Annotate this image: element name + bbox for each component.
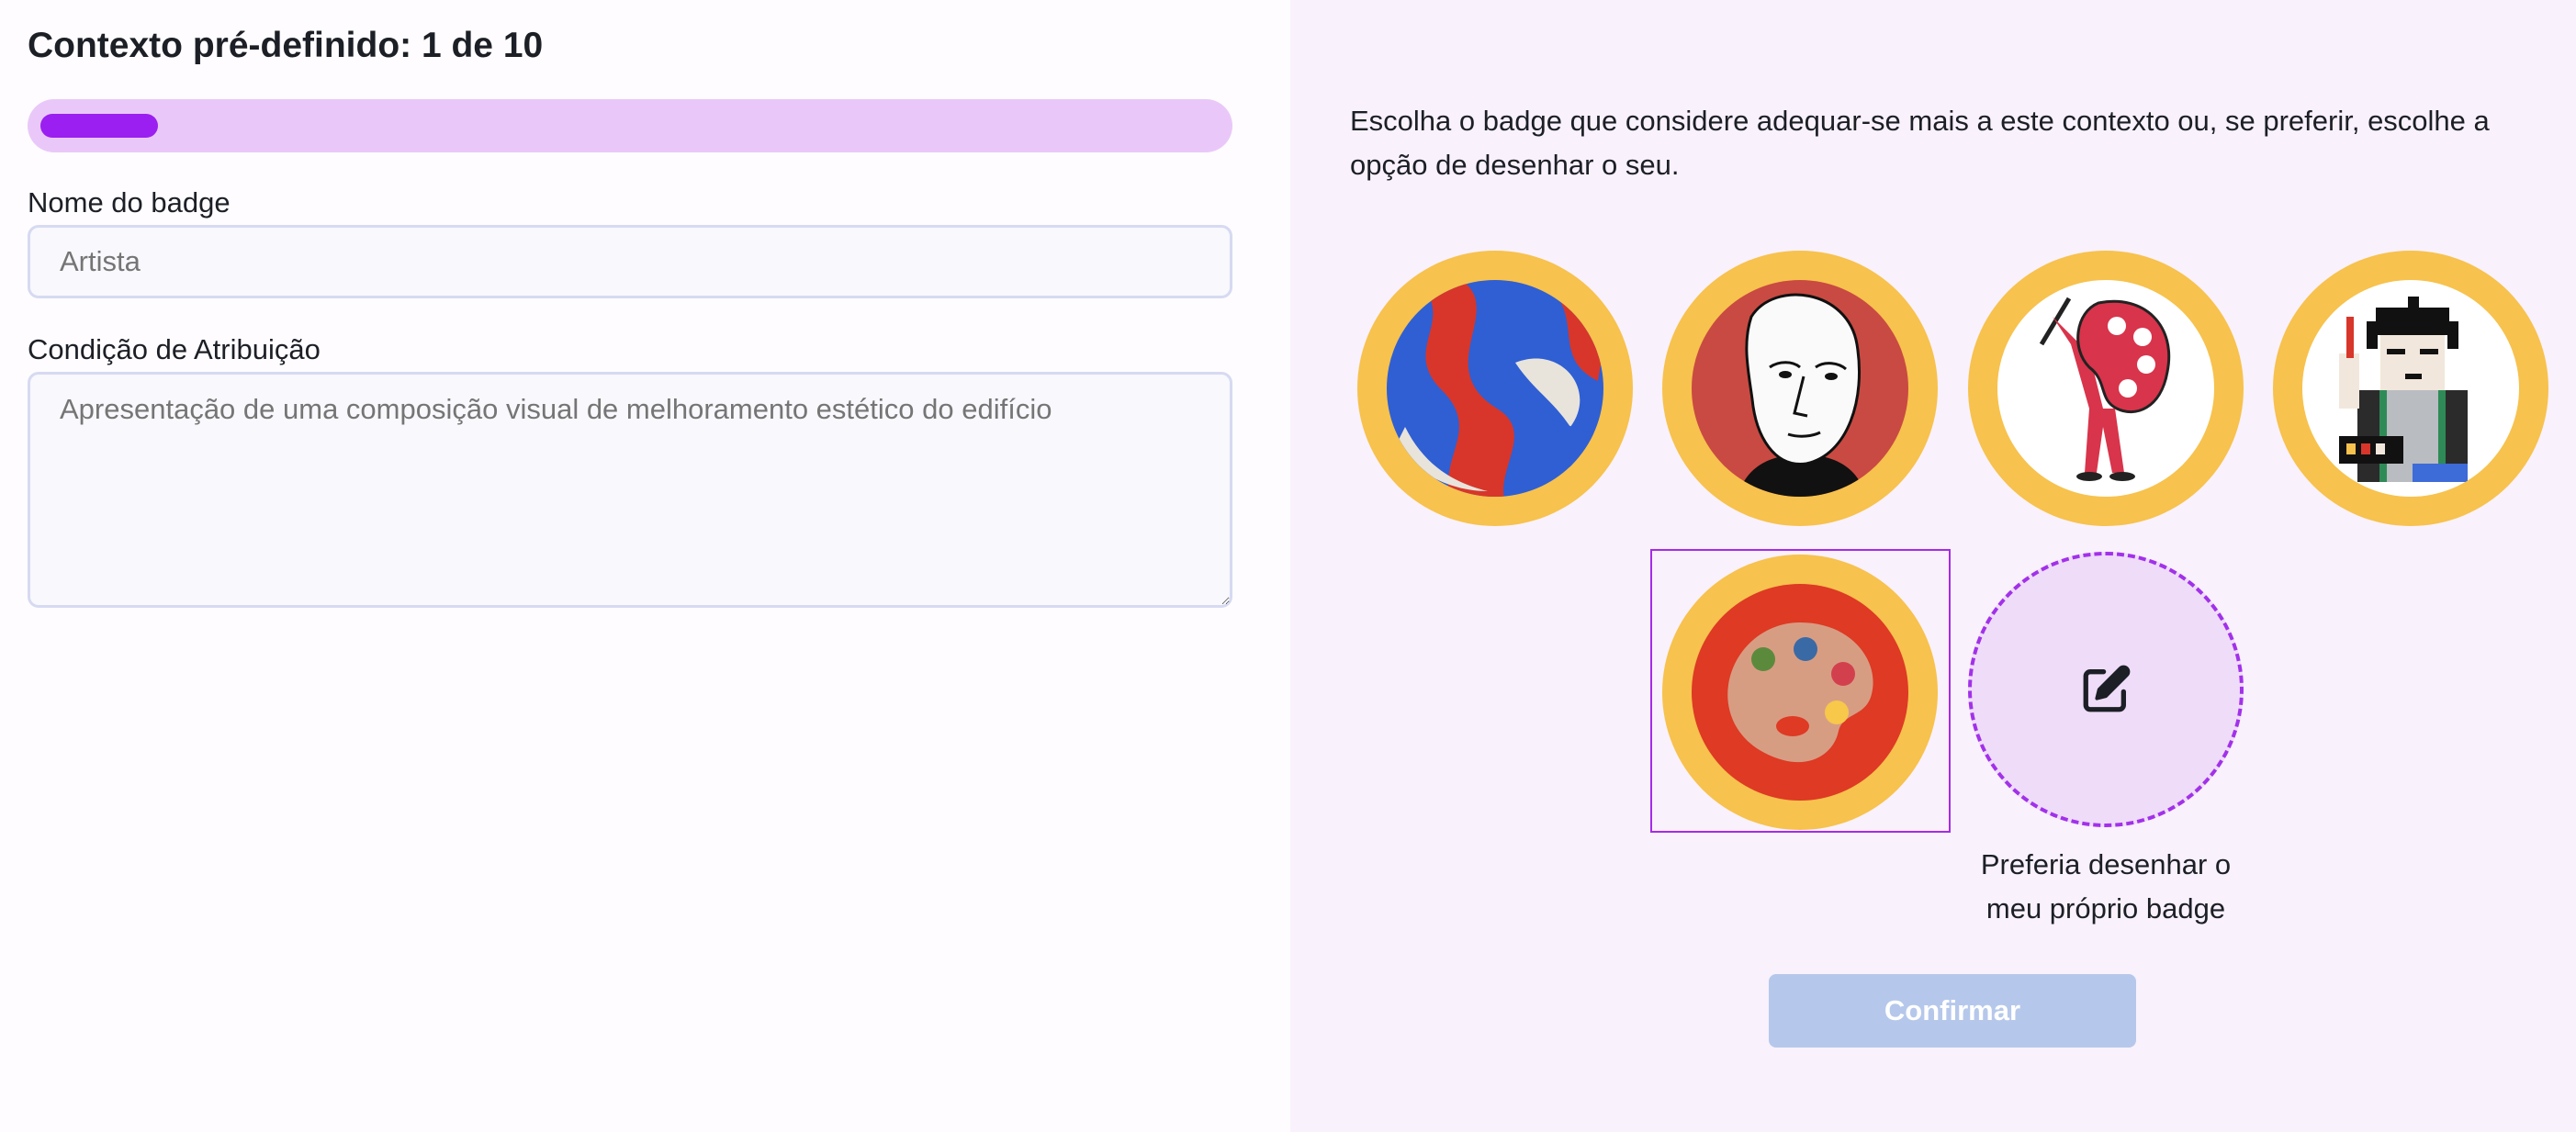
progress-bar [28,99,1232,152]
page-title: Contexto pré-definido: 1 de 10 [28,26,544,65]
draw-own-badge-button[interactable] [1968,552,2244,827]
confirm-button[interactable]: Confirmar [1769,974,2136,1048]
paint-palette-badge-icon [1692,584,1908,801]
badge-name-label: Nome do badge [28,186,231,219]
badge-option-5[interactable] [1662,555,1938,830]
badge-name-input[interactable] [28,225,1232,298]
face-portrait-badge-icon [1692,280,1908,497]
badge-option-2[interactable] [1662,251,1938,526]
condition-textarea[interactable] [28,372,1232,608]
badge-option-3[interactable] [1968,251,2244,526]
pixel-artist-badge-icon [2302,280,2519,497]
badge-option-4[interactable] [2273,251,2548,526]
badge-option-1[interactable] [1357,251,1633,526]
condition-label: Condição de Atribuição [28,333,321,365]
picker-intro: Escolha o badge que considere adequar-se… [1350,105,2490,181]
painter-with-palette-badge-icon [1997,280,2214,497]
edit-pencil-icon [2083,665,2131,712]
abstract-swirl-badge-icon [1387,280,1603,497]
progress-fill [40,114,158,138]
form-panel: Contexto pré-definido: 1 de 10 Nome do b… [0,0,1290,1132]
draw-own-badge-caption: Preferia desenhar o meu próprio badge [1980,848,2232,925]
